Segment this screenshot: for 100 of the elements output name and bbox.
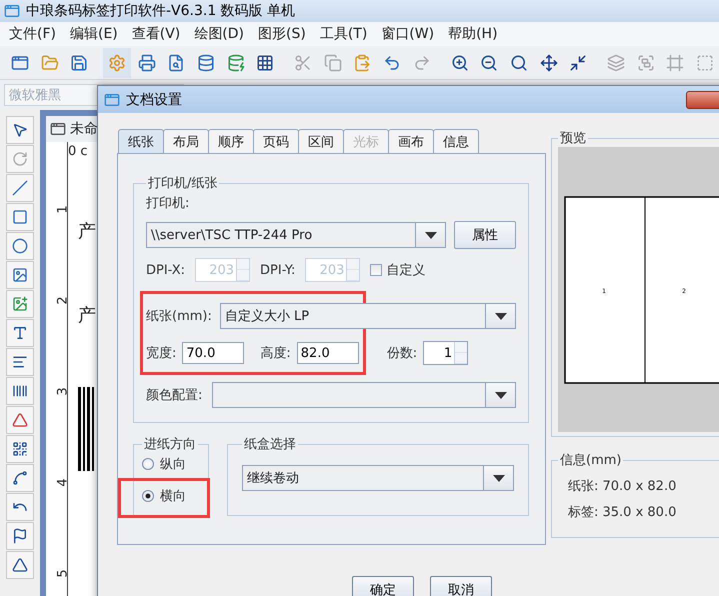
radio-button[interactable] bbox=[142, 458, 154, 470]
radio-label: 横向 bbox=[160, 488, 186, 505]
group-title: 纸盒选择 bbox=[243, 436, 297, 453]
group-title: 进纸方向 bbox=[143, 436, 197, 453]
document-icon bbox=[50, 121, 66, 137]
menu-item[interactable]: 查看(V) bbox=[124, 25, 188, 43]
custom-label: 自定义 bbox=[386, 262, 426, 279]
dropdown-arrow-icon bbox=[424, 232, 436, 238]
qr-code-icon bbox=[12, 441, 28, 457]
image-tool[interactable] bbox=[6, 261, 34, 289]
triangle-tool[interactable] bbox=[6, 406, 34, 434]
menu-item[interactable]: 帮助(H) bbox=[441, 25, 505, 43]
curve-tool[interactable] bbox=[6, 464, 34, 492]
rectangle-tool[interactable] bbox=[6, 203, 34, 231]
line-tool[interactable] bbox=[6, 174, 34, 202]
app-logo-icon bbox=[4, 3, 20, 19]
text-tool[interactable] bbox=[6, 319, 34, 347]
properties-button[interactable]: 属性 bbox=[454, 221, 516, 249]
tab[interactable]: 信息 bbox=[433, 129, 479, 153]
ruler-number: 2 bbox=[55, 296, 70, 305]
menu-item[interactable]: 绘图(D) bbox=[187, 25, 251, 43]
ok-button[interactable]: 确定 bbox=[352, 576, 414, 596]
cancel-button[interactable]: 取消 bbox=[430, 576, 492, 596]
triangle-icon bbox=[12, 557, 28, 573]
printer-dropdown[interactable]: \\server\TSC TTP-244 Pro bbox=[146, 222, 446, 248]
paper-dropdown[interactable]: 自定义大小 LP bbox=[220, 303, 516, 329]
frame-icon bbox=[666, 54, 684, 72]
dropdown-arrow-icon bbox=[492, 474, 504, 482]
curve-icon bbox=[12, 470, 28, 486]
pointer-icon bbox=[12, 122, 28, 138]
ellipse-tool[interactable] bbox=[6, 232, 34, 260]
color-config-label: 颜色配置: bbox=[146, 387, 202, 404]
triangle-icon bbox=[12, 412, 28, 428]
settings-icon bbox=[108, 54, 126, 72]
barcode-tool[interactable] bbox=[6, 377, 34, 405]
group-icon bbox=[636, 54, 655, 72]
line-icon bbox=[12, 180, 28, 196]
select-icon bbox=[696, 54, 714, 72]
zoom-in-icon bbox=[450, 54, 468, 72]
printer-label: 打印机: bbox=[146, 195, 190, 212]
color-config-dropdown[interactable] bbox=[212, 382, 516, 408]
tray-dropdown[interactable]: 继续卷动 bbox=[242, 465, 514, 491]
ruler-unit: 0 c bbox=[68, 144, 88, 159]
polygon-tool[interactable] bbox=[6, 522, 34, 550]
custom-checkbox[interactable] bbox=[370, 264, 382, 276]
folder-icon bbox=[40, 54, 59, 72]
fit-icon bbox=[540, 54, 558, 72]
document-tab[interactable]: 未命 bbox=[70, 120, 98, 138]
copies-spinner[interactable]: 1 bbox=[423, 341, 468, 365]
triangle-tool[interactable] bbox=[6, 551, 34, 579]
redo-icon bbox=[412, 54, 431, 72]
pointer-tool[interactable] bbox=[6, 116, 34, 144]
close-button[interactable] bbox=[686, 90, 719, 108]
picture-icon bbox=[12, 296, 28, 312]
text-icon bbox=[12, 325, 28, 341]
ellipse-icon bbox=[12, 238, 28, 254]
undo-icon bbox=[383, 54, 402, 72]
dialog-title: 文档设置 bbox=[126, 90, 182, 108]
ruler-number: 4 bbox=[55, 478, 70, 487]
group-title: 预览 bbox=[559, 130, 587, 147]
dropdown-arrow-icon bbox=[494, 392, 506, 398]
image-icon bbox=[12, 267, 28, 283]
group-title: 打印机/纸张 bbox=[147, 175, 218, 192]
menu-item[interactable]: 工具(T) bbox=[312, 25, 374, 43]
preview-icon bbox=[167, 54, 186, 72]
info-text: 纸张: 70.0 x 82.0 bbox=[568, 478, 678, 495]
barcode-icon bbox=[12, 383, 28, 399]
width-label: 宽度: bbox=[146, 345, 176, 362]
picture-tool[interactable] bbox=[6, 290, 34, 318]
canvas-text: 产 bbox=[78, 220, 96, 243]
database-icon bbox=[197, 54, 215, 72]
dropdown-arrow-icon bbox=[494, 312, 506, 320]
width-field[interactable]: 70.0 bbox=[182, 342, 244, 364]
shrink-icon bbox=[569, 54, 588, 72]
copy-icon bbox=[324, 54, 342, 72]
canvas-text: 产 bbox=[78, 304, 96, 327]
group-title: 信息(mm) bbox=[559, 452, 622, 469]
paragraph-icon bbox=[12, 354, 28, 370]
info-text: 标签: 35.0 x 80.0 bbox=[568, 504, 678, 521]
layers-icon bbox=[606, 54, 625, 72]
zoom-out-icon bbox=[480, 54, 498, 72]
menu-item[interactable]: 文件(F) bbox=[2, 25, 63, 43]
tab[interactable]: 纸张 bbox=[118, 129, 164, 153]
menu-item[interactable]: 图形(S) bbox=[251, 25, 313, 43]
arc-tool[interactable] bbox=[6, 493, 34, 521]
scissors-icon bbox=[294, 54, 312, 72]
radio-button[interactable] bbox=[142, 490, 154, 502]
ruler-number: 3 bbox=[55, 387, 70, 396]
paragraph-tool[interactable] bbox=[6, 348, 34, 376]
save-icon bbox=[70, 54, 88, 72]
paste-icon bbox=[353, 54, 372, 72]
menu-item[interactable]: 编辑(E) bbox=[62, 25, 125, 43]
ruler-number: 1 bbox=[55, 205, 70, 214]
dialog-logo-icon bbox=[104, 92, 120, 108]
grid-icon bbox=[256, 54, 274, 72]
window-icon bbox=[10, 54, 29, 72]
search-icon bbox=[510, 54, 528, 72]
menu-item[interactable]: 窗口(W) bbox=[374, 25, 442, 43]
height-field[interactable]: 82.0 bbox=[296, 342, 359, 364]
qr-code-tool[interactable] bbox=[6, 435, 34, 463]
